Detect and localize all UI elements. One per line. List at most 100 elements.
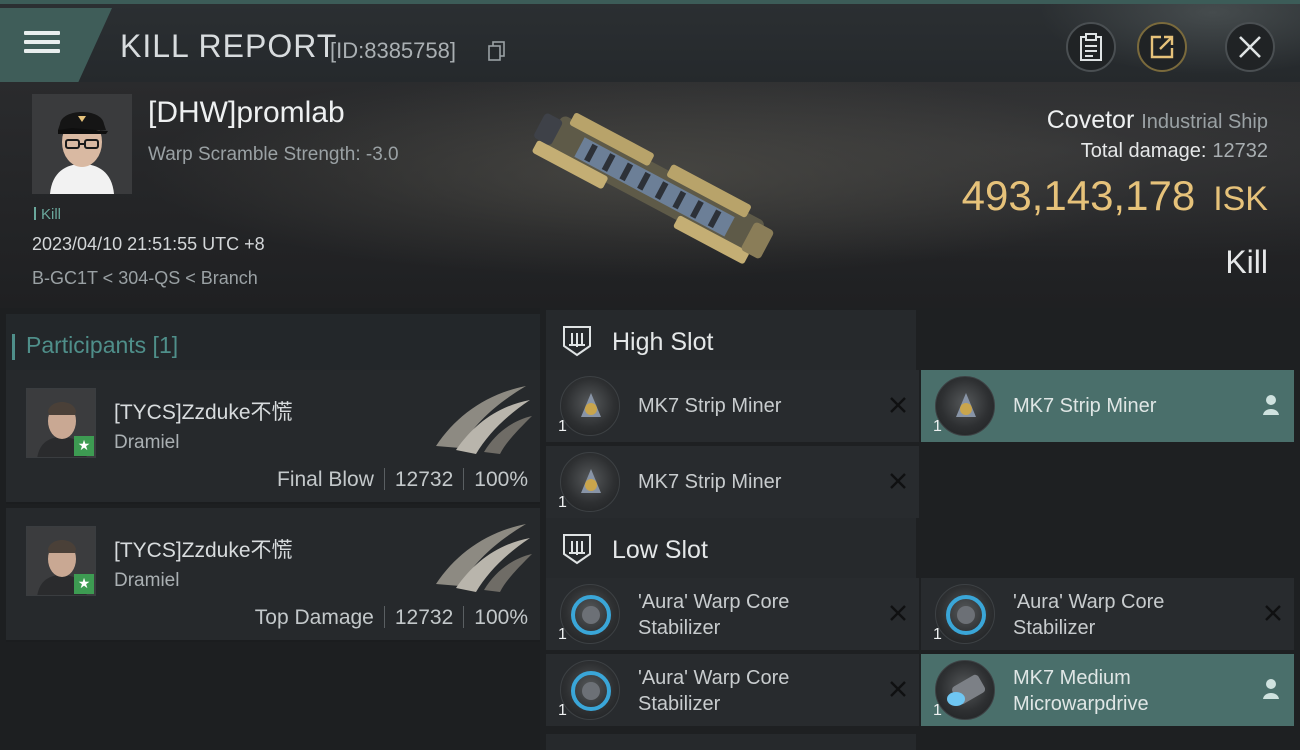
victim-ship-image	[532, 113, 774, 264]
kill-tag: Kill	[34, 206, 61, 223]
module-item[interactable]: 1 'Aura' Warp Core Stabilizer	[921, 578, 1294, 650]
module-quantity: 1	[933, 626, 942, 643]
ship-class: Industrial Ship	[1141, 111, 1268, 133]
copy-icon[interactable]	[488, 41, 506, 61]
participants-header: Participants [1]	[6, 314, 540, 372]
share-icon	[1150, 35, 1174, 59]
microwarpdrive-icon	[935, 660, 995, 720]
participant-percent: 100%	[474, 468, 528, 491]
result-label: Kill	[1225, 244, 1268, 280]
clipboard-button[interactable]	[1066, 22, 1116, 72]
warp-core-stabilizer-icon	[935, 584, 995, 644]
participant-damage: 12732	[394, 468, 454, 491]
module-name: MK7 Strip Miner	[1013, 395, 1157, 417]
strip-miner-icon	[560, 452, 620, 512]
participant-card[interactable]: ★ [TYCS]Zzduke不慌 Dramiel Top Damage 12732…	[6, 508, 540, 642]
participant-damage: 12732	[394, 606, 454, 629]
module-item[interactable]: 1 MK7 Strip Miner	[546, 446, 919, 518]
ship-name: Covetor	[1046, 106, 1135, 134]
participant-name: [TYCS]Zzduke不慌	[114, 401, 293, 424]
warp-scramble-strength: Warp Scramble Strength: -3.0	[148, 144, 399, 165]
isk-value: 493,143,178 ISK	[962, 172, 1268, 220]
kill-location[interactable]: B-GC1T < 304-QS < Branch	[32, 268, 258, 289]
star-icon: ★	[74, 574, 94, 594]
module-quantity: 1	[558, 418, 567, 435]
module-quantity: 1	[558, 626, 567, 643]
module-name-line1: 'Aura' Warp Core	[638, 667, 790, 689]
x-icon	[890, 473, 906, 489]
total-damage: Total damage: 12732	[1081, 140, 1268, 163]
module-name-line1: 'Aura' Warp Core	[1013, 591, 1165, 613]
clipboard-icon	[1080, 33, 1102, 61]
participants-title: Participants [1]	[11, 332, 179, 360]
participant-ship-image	[436, 386, 532, 454]
participant-role: Final Blow	[277, 468, 374, 491]
character-portrait	[32, 94, 132, 194]
low-slot-label: Low Slot	[612, 536, 708, 564]
low-slot-header: Low Slot	[546, 518, 916, 578]
fitting-panel: High Slot 1 MK7 Strip Miner 1 MK7 Strip …	[540, 308, 1300, 750]
participant-role: Top Damage	[254, 606, 374, 629]
participant-name: [TYCS]Zzduke不慌	[114, 539, 293, 562]
high-slot-header: High Slot	[546, 310, 916, 370]
module-name-line2: Stabilizer	[638, 693, 721, 715]
x-icon	[890, 397, 906, 413]
avatar: ★	[26, 388, 96, 458]
header-bar: KILL REPORT [ID:8385758]	[0, 0, 1300, 86]
module-item[interactable]: 1 MK7 Strip Miner	[921, 370, 1294, 442]
participant-stats: Top Damage 12732 100%	[255, 606, 528, 630]
participants-panel: Participants [1] ★ [TYCS]Zzduke不慌 Dramie…	[0, 308, 540, 750]
participant-card[interactable]: ★ [TYCS]Zzduke不慌 Dramiel Final Blow 12732…	[6, 370, 540, 504]
high-slot-icon	[563, 326, 591, 357]
close-button[interactable]	[1225, 22, 1275, 72]
module-quantity: 1	[933, 702, 942, 719]
avatar: ★	[26, 526, 96, 596]
close-icon	[1239, 36, 1261, 58]
low-slot-icon	[563, 534, 591, 565]
module-quantity: 1	[933, 418, 942, 435]
module-item[interactable]: 1 MK7 Medium Microwarpdrive	[921, 654, 1294, 726]
module-item[interactable]: 1 'Aura' Warp Core Stabilizer	[546, 578, 919, 650]
x-icon	[890, 681, 906, 697]
kill-id: [ID:8385758]	[330, 38, 456, 63]
next-slot-header-partial	[546, 734, 916, 750]
isk-unit: ISK	[1213, 180, 1268, 218]
module-item[interactable]: 1 MK7 Strip Miner	[546, 370, 919, 442]
module-name: MK7 Medium Microwarpdrive	[1013, 665, 1149, 717]
participant-stats: Final Blow 12732 100%	[277, 468, 528, 492]
module-name: MK7 Strip Miner	[638, 395, 782, 417]
module-quantity: 1	[558, 702, 567, 719]
x-icon	[890, 605, 906, 621]
participant-ship: Dramiel	[114, 570, 180, 591]
module-name: 'Aura' Warp Core Stabilizer	[638, 589, 789, 641]
page-title: KILL REPORT	[120, 28, 338, 64]
module-name-line1: MK7 Medium	[1013, 667, 1131, 689]
hamburger-icon[interactable]	[22, 26, 64, 58]
participant-percent: 100%	[474, 606, 528, 629]
victim-avatar[interactable]	[32, 94, 132, 194]
participant-ship-image	[436, 524, 532, 592]
x-icon	[1265, 605, 1281, 621]
module-name-line2: Stabilizer	[638, 617, 721, 639]
total-damage-label: Total damage:	[1080, 140, 1207, 162]
person-icon	[1263, 395, 1279, 415]
victim-ship-type[interactable]: Covetor Industrial Ship	[1047, 106, 1268, 135]
warp-core-stabilizer-icon	[560, 584, 620, 644]
module-quantity: 1	[558, 494, 567, 511]
strip-miner-icon	[935, 376, 995, 436]
high-slot-label: High Slot	[612, 328, 714, 356]
module-name-line1: 'Aura' Warp Core	[638, 591, 790, 613]
person-icon	[1263, 679, 1279, 699]
victim-name[interactable]: [DHW]promlab	[148, 96, 345, 130]
victim-banner: [DHW]promlab Warp Scramble Strength: -3.…	[0, 82, 1300, 308]
total-damage-value: 12732	[1212, 140, 1268, 162]
kill-timestamp: 2023/04/10 21:51:55 UTC +8	[32, 234, 265, 254]
star-icon: ★	[74, 436, 94, 456]
isk-amount: 493,143,178	[961, 172, 1196, 219]
module-name-line2: Stabilizer	[1013, 617, 1096, 639]
module-item[interactable]: 1 'Aura' Warp Core Stabilizer	[546, 654, 919, 726]
warp-core-stabilizer-icon	[560, 660, 620, 720]
module-name: MK7 Strip Miner	[638, 471, 782, 493]
module-name: 'Aura' Warp Core Stabilizer	[1013, 589, 1164, 641]
share-button[interactable]	[1137, 22, 1187, 72]
